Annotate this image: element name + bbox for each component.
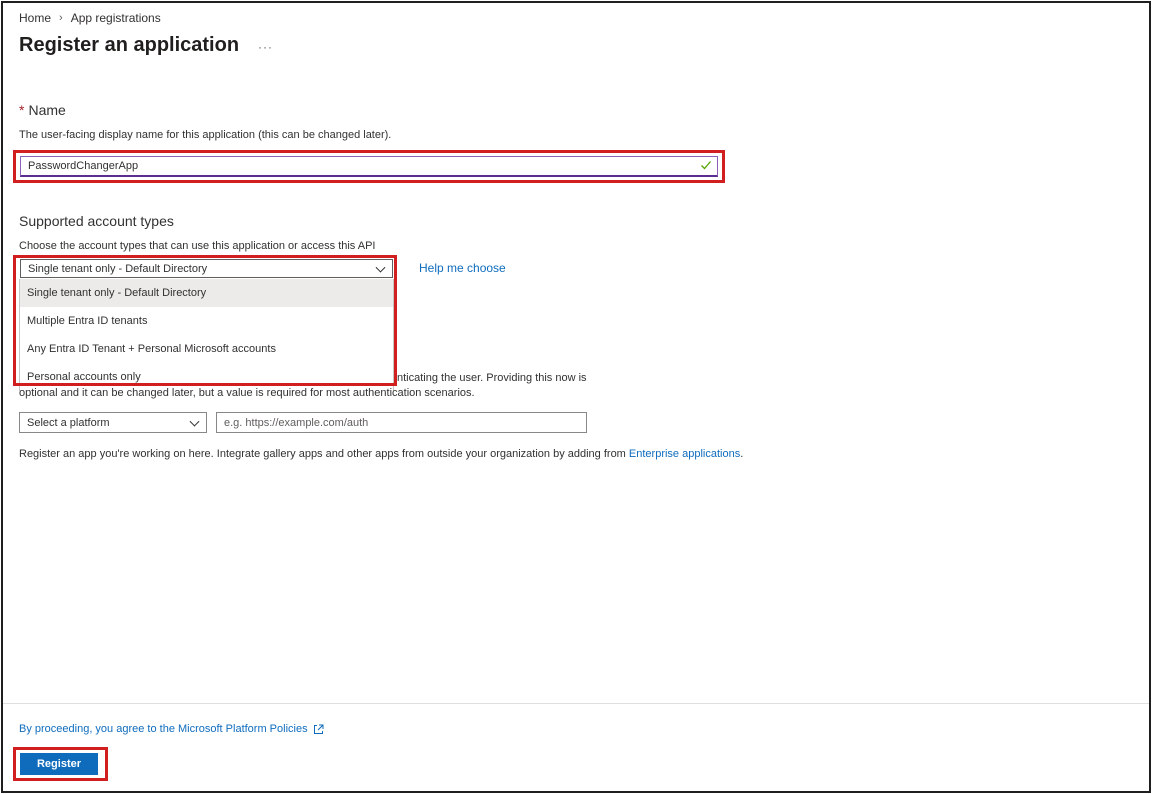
- redirect-uri-input[interactable]: [216, 412, 587, 433]
- breadcrumb-home[interactable]: Home: [19, 11, 51, 25]
- more-options-button[interactable]: ···: [258, 40, 273, 54]
- name-label: * Name: [19, 102, 66, 118]
- enterprise-text: Register an app you're working on here. …: [19, 448, 629, 460]
- help-me-choose-link[interactable]: Help me choose: [419, 261, 506, 275]
- platform-policies-text: By proceeding, you agree to the Microsof…: [19, 723, 308, 735]
- enterprise-applications-link[interactable]: Enterprise applications: [629, 448, 740, 460]
- redirect-description-line1: nticating the user. Providing this now i…: [397, 372, 587, 384]
- footer-divider: [3, 703, 1149, 704]
- name-label-text: Name: [28, 102, 66, 118]
- chevron-down-icon: [189, 416, 200, 427]
- account-types-description: Choose the account types that can use th…: [19, 240, 376, 252]
- breadcrumb-separator: ›: [59, 12, 63, 24]
- account-types-label: Supported account types: [19, 213, 174, 229]
- external-link-icon: [313, 724, 324, 735]
- breadcrumb: Home › App registrations: [19, 11, 161, 25]
- name-description: The user-facing display name for this ap…: [19, 129, 392, 141]
- page-title: Register an application: [19, 34, 240, 56]
- breadcrumb-app-registrations[interactable]: App registrations: [71, 11, 161, 25]
- app-name-input[interactable]: [20, 156, 718, 177]
- check-icon: [700, 159, 712, 171]
- platform-select[interactable]: Select a platform: [19, 412, 207, 433]
- enterprise-info: Register an app you're working on here. …: [19, 448, 743, 460]
- redirect-description-line2: optional and it can be changed later, bu…: [19, 387, 475, 399]
- platform-placeholder: Select a platform: [27, 416, 110, 429]
- platform-policies-link[interactable]: By proceeding, you agree to the Microsof…: [19, 723, 324, 735]
- register-button[interactable]: Register: [20, 753, 98, 775]
- account-type-highlight: [13, 255, 397, 386]
- enterprise-suffix: .: [740, 448, 744, 460]
- required-mark: *: [19, 102, 25, 118]
